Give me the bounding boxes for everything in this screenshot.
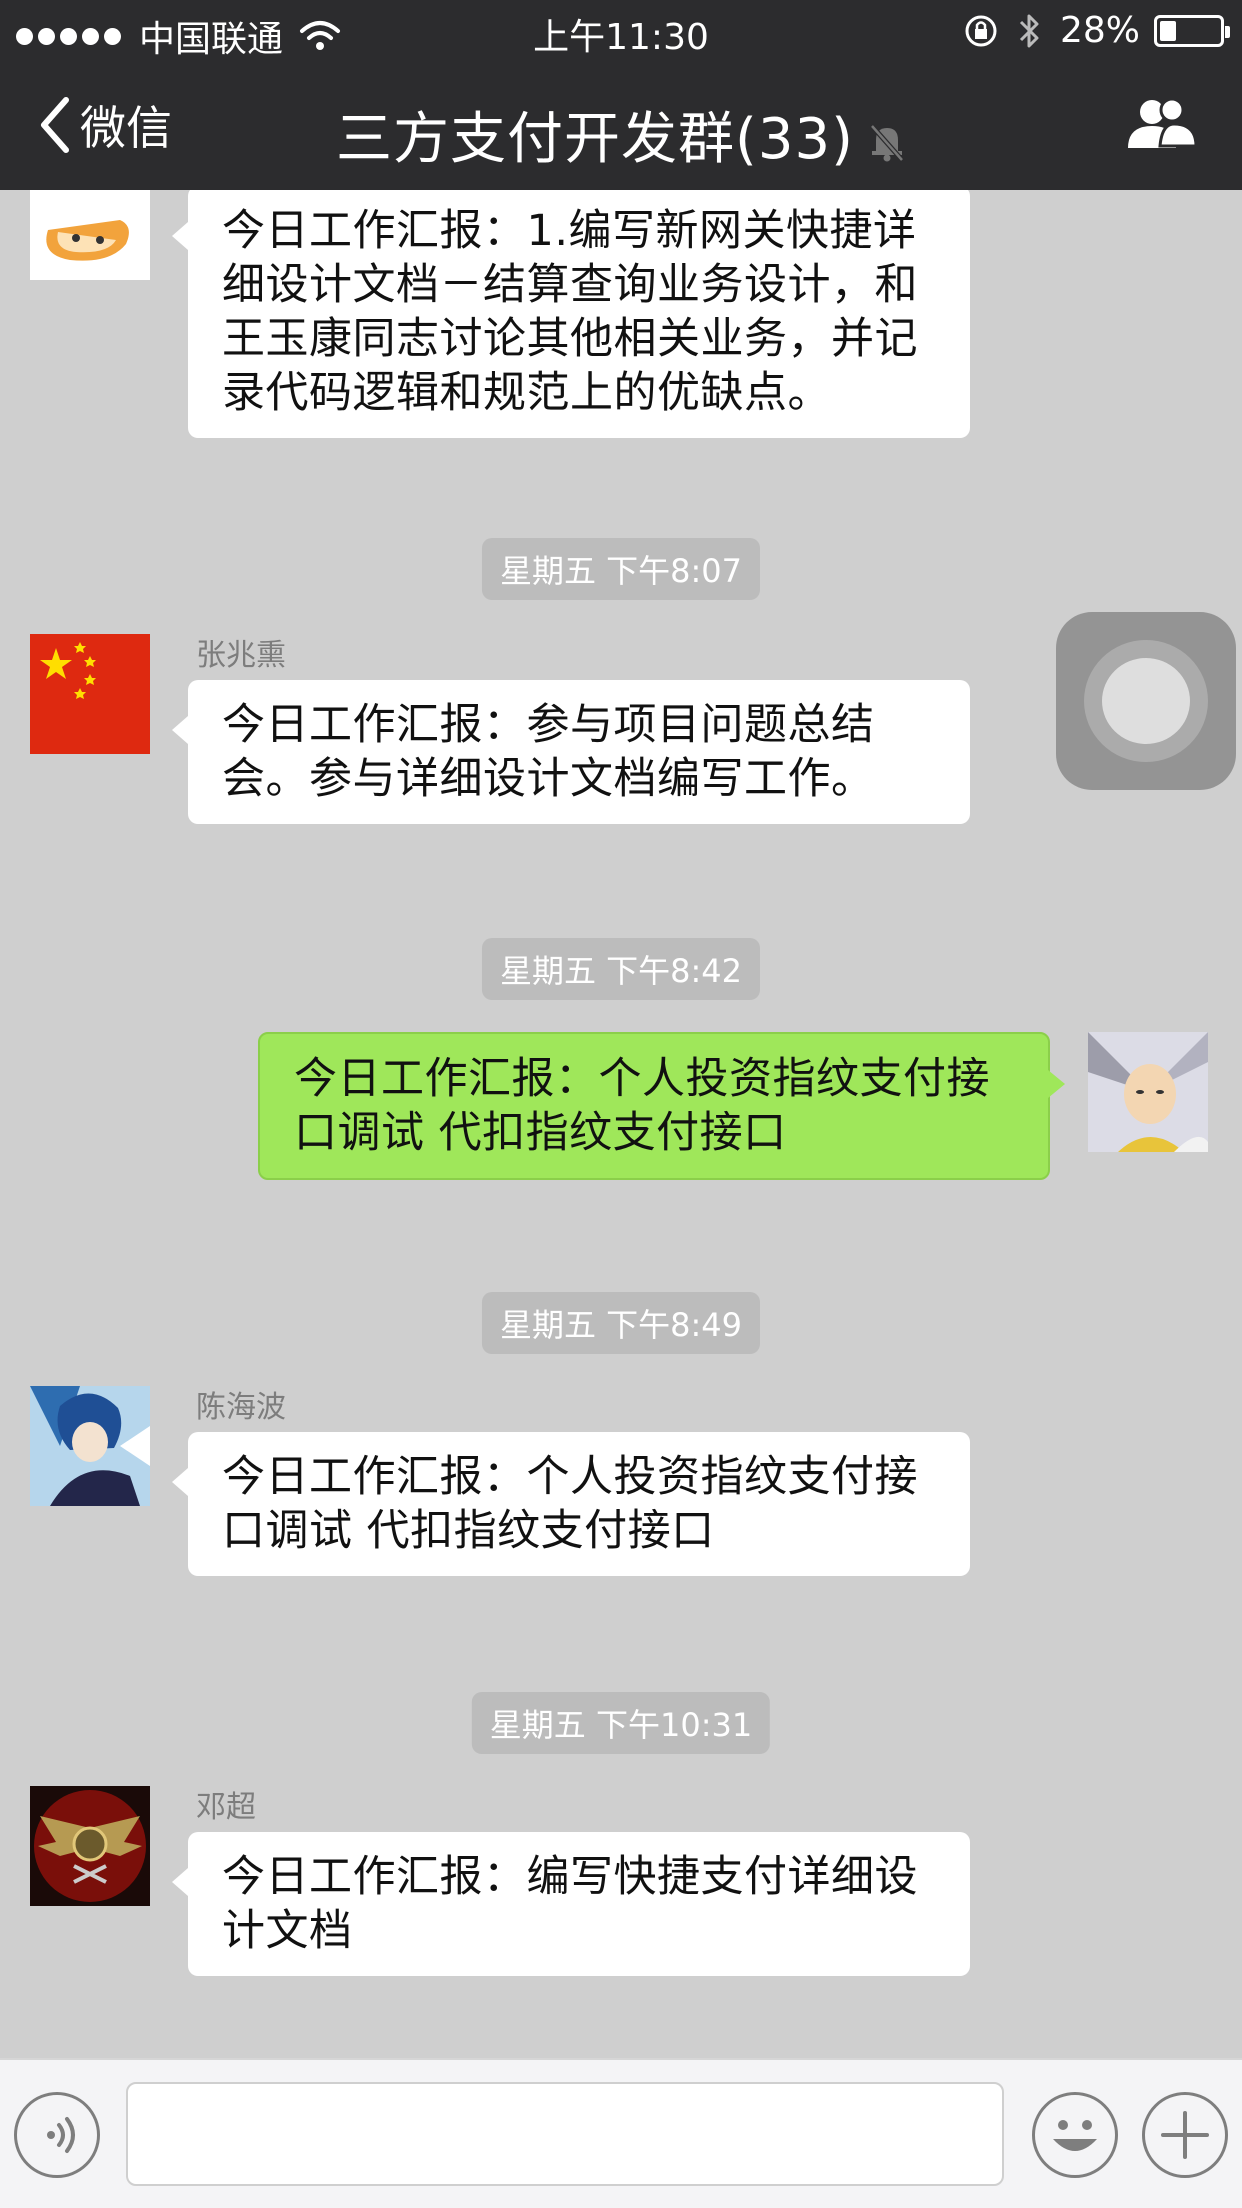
message-input[interactable]	[126, 2082, 1004, 2186]
timestamp-pill: 星期五 下午8:42	[481, 938, 761, 1000]
avatar-anime[interactable]	[30, 1386, 150, 1506]
voice-button[interactable]	[14, 2092, 100, 2178]
emoji-button[interactable]	[1032, 2092, 1118, 2178]
message-bubble[interactable]: 今日工作汇报：个人投资指纹支付接口调试 代扣指纹支付接口	[172, 1432, 970, 1576]
chat-title-wrap: 三方支付开发群(33)	[0, 94, 1242, 175]
top-bar: 中国联通 上午11:30 28% 微信 三方支付开发群(33)	[0, 0, 1242, 190]
group-members-icon[interactable]	[1124, 96, 1198, 154]
avatar-emblem[interactable]	[30, 1786, 150, 1906]
message-text: 今日工作汇报：编写快捷支付详细设计文档	[222, 1852, 918, 1956]
emoji-icon	[1053, 2120, 1097, 2151]
message-text: 今日工作汇报：个人投资指纹支付接口调试 代扣指纹支付接口	[294, 1054, 990, 1158]
sender-name: 邓超	[196, 1790, 256, 1825]
message-bubble[interactable]: 今日工作汇报：参与项目问题总结会。参与详细设计文档编写工作。	[172, 680, 970, 824]
message-text: 今日工作汇报：1.编写新网关快捷详细设计文档－结算查询业务设计，和王玉康同志讨论…	[222, 206, 918, 418]
plus-icon	[1161, 2111, 1209, 2159]
status-bar: 中国联通 上午11:30 28%	[0, 0, 1242, 62]
bluetooth-icon	[1019, 14, 1039, 47]
input-bar	[0, 2058, 1242, 2208]
chat-title: 三方支付开发群(33)	[336, 107, 854, 172]
avatar-toast[interactable]	[30, 190, 150, 280]
message-bubble-own[interactable]: 今日工作汇报：个人投资指纹支付接口调试 代扣指纹支付接口	[258, 1032, 1065, 1180]
timestamp-pill: 星期五 下午10:31	[471, 1692, 771, 1754]
message-bubble[interactable]: 今日工作汇报：编写快捷支付详细设计文档	[172, 1832, 970, 1976]
sender-name: 张兆熏	[196, 638, 286, 673]
chat-area[interactable]: 今日工作汇报：1.编写新网关快捷详细设计文档－结算查询业务设计，和王玉康同志讨论…	[0, 190, 1242, 2058]
timestamp-pill: 星期五 下午8:49	[481, 1292, 761, 1354]
assistive-touch-button[interactable]	[1056, 612, 1236, 790]
battery-fill	[1160, 20, 1176, 41]
avatar-flag[interactable]	[30, 634, 150, 754]
battery-percent: 28%	[1059, 10, 1140, 51]
timestamp-pill: 星期五 下午8:07	[481, 538, 761, 600]
voice-icon	[47, 2117, 75, 2153]
avatar-self[interactable]	[1088, 1032, 1208, 1152]
sender-name: 陈海波	[196, 1390, 286, 1425]
message-bubble[interactable]: 今日工作汇报：1.编写新网关快捷详细设计文档－结算查询业务设计，和王玉康同志讨论…	[172, 190, 970, 438]
message-text: 今日工作汇报：参与项目问题总结会。参与详细设计文档编写工作。	[222, 700, 875, 804]
message-text: 今日工作汇报：个人投资指纹支付接口调试 代扣指纹支付接口	[222, 1452, 918, 1556]
mute-bell-icon	[870, 123, 904, 162]
nav-bar: 微信 三方支付开发群(33)	[0, 62, 1242, 190]
rotation-lock-icon	[965, 15, 997, 46]
battery-icon	[1154, 14, 1230, 47]
status-right: 28%	[964, 10, 1230, 51]
plus-button[interactable]	[1142, 2092, 1228, 2178]
